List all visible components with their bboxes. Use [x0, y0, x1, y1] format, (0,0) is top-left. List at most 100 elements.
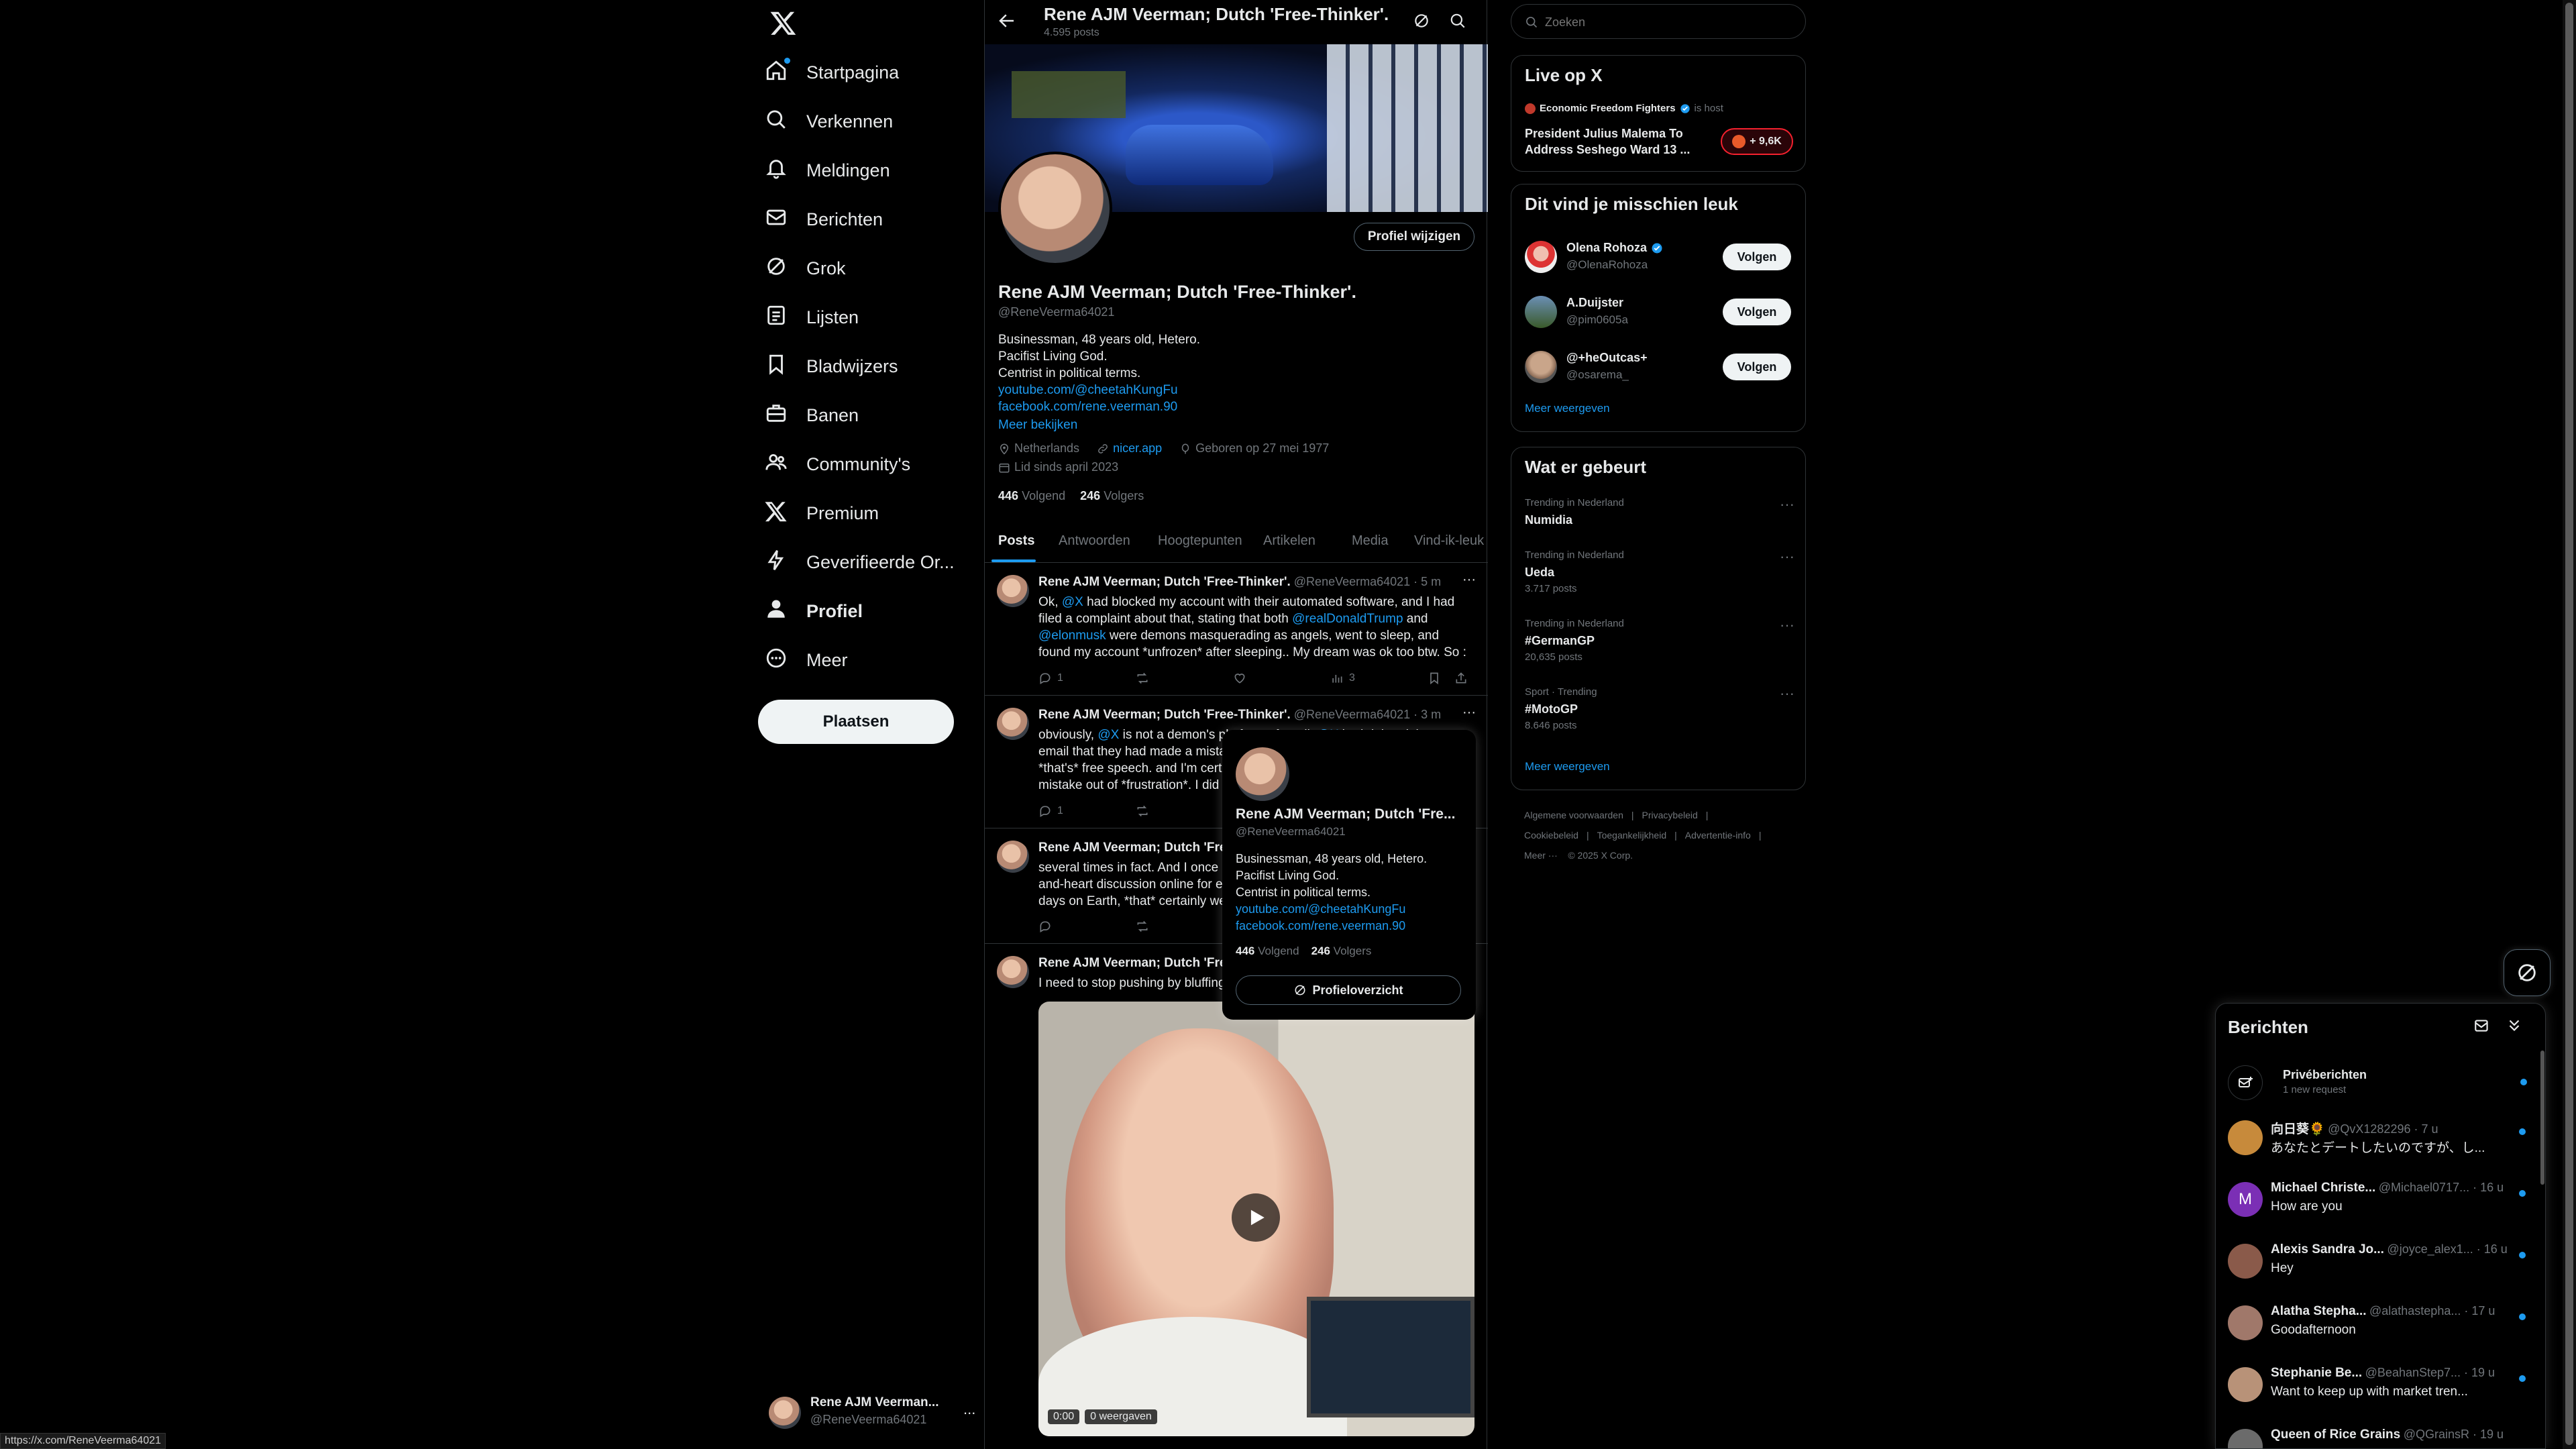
- search-bar[interactable]: [1511, 4, 1806, 39]
- mention-link[interactable]: @elonmusk: [1038, 629, 1106, 643]
- scrollbar-thumb[interactable]: [2565, 3, 2573, 1445]
- show-more-link[interactable]: Meer weergeven: [1525, 760, 1610, 773]
- tab-posts[interactable]: Posts: [998, 533, 1034, 549]
- footer-link-cookies[interactable]: Cookiebeleid: [1524, 825, 1578, 845]
- footer-link-privacy[interactable]: Privacybeleid: [1642, 805, 1698, 825]
- bio-link-youtube[interactable]: youtube.com/@cheetahKungFu: [998, 382, 1200, 398]
- collapse-drawer-icon[interactable]: [2506, 1017, 2524, 1036]
- conversation-item[interactable]: Queen of Rice Grains @QGrainsR · 19 u: [2216, 1418, 2545, 1448]
- conversation-item[interactable]: M Michael Christe... @Michael0717... · 1…: [2216, 1171, 2545, 1233]
- tab-likes[interactable]: Vind-ik-leuk: [1414, 533, 1487, 549]
- search-icon[interactable]: [1449, 12, 1466, 30]
- following-link[interactable]: 446 Volgend: [998, 489, 1065, 503]
- edit-profile-button[interactable]: Profiel wijzigen: [1354, 223, 1474, 251]
- conversation-item[interactable]: Alatha Stepha... @alathastepha... · 17 u…: [2216, 1295, 2545, 1356]
- nav-grok[interactable]: Grok: [765, 248, 846, 288]
- profile-website[interactable]: nicer.app: [1113, 441, 1162, 455]
- like-button[interactable]: [1233, 672, 1246, 685]
- tweet-author[interactable]: Rene AJM Veerman; Dutch 'Free-Thinker'.: [1038, 708, 1291, 722]
- mention-link[interactable]: @X: [1097, 728, 1119, 742]
- show-more-link[interactable]: Meer weergeven: [1525, 402, 1610, 415]
- trend-item[interactable]: Trending in Nederland Numidia ···: [1511, 492, 1807, 543]
- drawer-scrollbar-thumb[interactable]: [2540, 1051, 2544, 1185]
- back-arrow-icon[interactable]: [997, 11, 1017, 31]
- more-icon[interactable]: ···: [1780, 548, 1794, 566]
- page-scrollbar[interactable]: [2563, 0, 2576, 1449]
- suggested-user[interactable]: @+heOutcas+ @osarema_ Volgen: [1511, 341, 1807, 395]
- avatar[interactable]: [1236, 747, 1289, 801]
- repost-button[interactable]: [1136, 804, 1149, 818]
- bio-link-facebook[interactable]: facebook.com/rene.veerman.90: [1236, 918, 1427, 934]
- account-switcher[interactable]: Rene AJM Veerman... @ReneVeerma64021 ...: [769, 1391, 977, 1432]
- nav-home[interactable]: Startpagina: [765, 52, 899, 93]
- tweet-author[interactable]: Rene AJM Veerman; Dutch 'Free: [1038, 841, 1234, 855]
- live-listeners-badge[interactable]: + 9,6K: [1721, 128, 1793, 155]
- nav-jobs[interactable]: Banen: [765, 395, 859, 435]
- mention-link[interactable]: @X: [1062, 595, 1083, 609]
- share-button[interactable]: [1454, 672, 1468, 685]
- reply-button[interactable]: [1038, 920, 1052, 933]
- follow-button[interactable]: Volgen: [1723, 299, 1791, 325]
- profile-summary-button[interactable]: Profieloverzicht: [1236, 975, 1461, 1005]
- nav-communities[interactable]: Community's: [765, 444, 910, 484]
- suggested-user[interactable]: Olena Rohoza @OlenaRohoza Volgen: [1511, 231, 1807, 285]
- tab-media[interactable]: Media: [1352, 533, 1388, 549]
- conversation-item[interactable]: 向日葵🌻 @QvX1282296 · 7 u あなたとデートしたいのですが、し.…: [2216, 1110, 2545, 1171]
- bio-link-facebook[interactable]: facebook.com/rene.veerman.90: [998, 398, 1200, 415]
- follow-button[interactable]: Volgen: [1723, 244, 1791, 270]
- search-input[interactable]: [1544, 11, 1792, 33]
- more-icon[interactable]: ···: [1462, 572, 1476, 588]
- tab-highlights[interactable]: Hoogtepunten: [1158, 533, 1242, 549]
- bio-link-youtube[interactable]: youtube.com/@cheetahKungFu: [1236, 901, 1427, 918]
- followers-link[interactable]: 246 Volgers: [1080, 489, 1144, 503]
- tab-replies[interactable]: Antwoorden: [1059, 533, 1130, 549]
- nav-lists[interactable]: Lijsten: [765, 297, 859, 337]
- conversation-item[interactable]: Stephanie Be... @BeahanStep7... · 19 u W…: [2216, 1356, 2545, 1418]
- show-more-link[interactable]: Meer bekijken: [998, 417, 1200, 433]
- nav-profile[interactable]: Profiel: [765, 591, 863, 631]
- suggested-user[interactable]: A.Duijster @pim0605a Volgen: [1511, 286, 1807, 340]
- footer-link-accessibility[interactable]: Toegankelijkheid: [1597, 825, 1667, 845]
- play-button[interactable]: [1232, 1193, 1280, 1242]
- video-player[interactable]: 0:00 0 weergaven: [1038, 1002, 1474, 1436]
- repost-button[interactable]: [1136, 672, 1149, 685]
- followers-link[interactable]: 246 Volgers: [1311, 945, 1372, 958]
- footer-link-ads-info[interactable]: Advertentie-info: [1685, 825, 1751, 845]
- grok-floating-button[interactable]: [2504, 949, 2551, 996]
- follow-button[interactable]: Volgen: [1723, 354, 1791, 380]
- more-icon[interactable]: ···: [1462, 705, 1476, 720]
- footer-link-terms[interactable]: Algemene voorwaarden: [1524, 805, 1623, 825]
- nav-premium[interactable]: Premium: [765, 493, 879, 533]
- live-host-row[interactable]: Economic Freedom Fighters is host: [1525, 103, 1723, 114]
- views-button[interactable]: 3: [1330, 672, 1355, 685]
- conversation-item[interactable]: Alexis Sandra Jo... @joyce_alex1... · 16…: [2216, 1233, 2545, 1295]
- tab-articles[interactable]: Artikelen: [1263, 533, 1316, 549]
- x-logo-icon[interactable]: [770, 9, 797, 36]
- more-icon[interactable]: ···: [1780, 685, 1794, 702]
- tweet-author[interactable]: Rene AJM Veerman; Dutch 'Free-Thinker'.: [1038, 575, 1291, 589]
- trend-item[interactable]: Sport · Trending #MotoGP 8.646 posts ···: [1511, 681, 1807, 748]
- nav-verified-orgs[interactable]: Geverifieerde Or...: [765, 542, 955, 582]
- reply-button[interactable]: 1: [1038, 672, 1063, 685]
- post-button[interactable]: Plaatsen: [758, 700, 954, 744]
- tweet[interactable]: Rene AJM Veerman; Dutch 'Free-Thinker'. …: [985, 563, 1488, 696]
- nav-messages[interactable]: Berichten: [765, 199, 883, 239]
- mention-link[interactable]: @realDonaldTrump: [1292, 612, 1403, 626]
- more-icon[interactable]: ···: [1780, 496, 1794, 513]
- trend-item[interactable]: Trending in Nederland Ueda 3.717 posts ·…: [1511, 544, 1807, 611]
- more-icon[interactable]: ···: [1780, 616, 1794, 634]
- tweet-author[interactable]: Rene AJM Veerman; Dutch 'Free: [1038, 956, 1234, 970]
- bookmark-button[interactable]: [1428, 672, 1441, 685]
- nav-bookmarks[interactable]: Bladwijzers: [765, 346, 898, 386]
- reply-button[interactable]: 1: [1038, 804, 1063, 818]
- nav-explore[interactable]: Verkennen: [765, 101, 893, 142]
- grok-icon[interactable]: [1413, 12, 1430, 30]
- following-link[interactable]: 446 Volgend: [1236, 945, 1299, 958]
- repost-button[interactable]: [1136, 920, 1149, 933]
- message-requests-row[interactable]: Privéberichten 1 new request: [2216, 1056, 2545, 1110]
- profile-avatar[interactable]: [998, 152, 1112, 266]
- nav-notifications[interactable]: Meldingen: [765, 150, 890, 191]
- live-space-title[interactable]: President Julius Malema To Address Seshe…: [1525, 125, 1690, 158]
- hovercard-name[interactable]: Rene AJM Veerman; Dutch 'Fre...: [1236, 806, 1455, 822]
- compose-message-icon[interactable]: [2473, 1017, 2492, 1036]
